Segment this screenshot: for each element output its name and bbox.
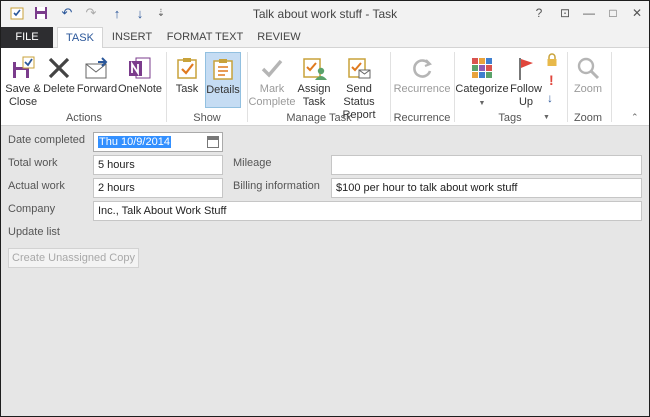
save-close-label: Save & Close <box>5 83 41 108</box>
recurrence-button[interactable]: Recurrence <box>394 52 450 96</box>
save-close-button[interactable]: Save & Close <box>5 52 41 109</box>
total-work-label: Total work <box>8 157 58 169</box>
mark-complete-label: Mark Complete <box>248 83 296 108</box>
forward-icon <box>83 54 111 82</box>
save-close-icon <box>9 54 37 82</box>
categorize-label: Categorize <box>455 83 509 95</box>
onenote-icon <box>126 54 154 82</box>
task-window: ↶ ↷ ↑ ↓ ⇣ Talk about work stuff - Task ?… <box>0 0 650 417</box>
billing-information-field[interactable]: $100 per hour to talk about work stuff <box>331 178 642 198</box>
tab-insert[interactable]: INSERT <box>107 27 157 48</box>
high-importance-icon[interactable]: ! <box>549 72 554 88</box>
ribbon-display-icon[interactable]: ⊡ <box>557 5 573 21</box>
tab-file[interactable]: FILE <box>1 27 53 48</box>
title-bar: ↶ ↷ ↑ ↓ ⇣ Talk about work stuff - Task ?… <box>1 1 649 27</box>
group-separator <box>166 52 167 122</box>
help-icon[interactable]: ? <box>531 5 547 21</box>
mileage-label: Mileage <box>233 157 272 169</box>
recurrence-icon <box>408 54 436 82</box>
recurrence-label: Recurrence <box>393 83 451 95</box>
status-report-icon <box>345 54 373 82</box>
window-title: Talk about work stuff - Task <box>252 7 398 21</box>
onenote-button[interactable]: OneNote <box>118 52 162 96</box>
delete-icon <box>45 54 73 82</box>
group-label-manage-task: Manage Task <box>286 112 352 124</box>
show-details-label: Details <box>206 84 240 96</box>
show-task-label: Task <box>175 83 199 95</box>
update-list-label: Update list <box>8 226 60 238</box>
low-importance-icon[interactable]: ↓ <box>547 91 553 105</box>
assign-task-label: Assign Task <box>297 83 331 108</box>
group-label-tags: Tags <box>498 112 522 124</box>
forward-label: Forward <box>76 83 118 95</box>
create-unassigned-copy-button[interactable]: Create Unassigned Copy <box>8 248 139 268</box>
date-completed-field[interactable]: Thu 10/9/2014 <box>93 132 223 152</box>
categorize-button[interactable]: Categorize ▼ <box>455 52 509 110</box>
tab-format-text[interactable]: FORMAT TEXT <box>163 27 247 48</box>
show-details-button[interactable]: Details <box>205 52 241 108</box>
tab-review[interactable]: REVIEW <box>253 27 305 48</box>
details-icon <box>209 55 237 83</box>
billing-information-label: Billing information <box>233 180 320 192</box>
forward-button[interactable]: Forward <box>76 52 118 96</box>
group-separator <box>611 52 612 122</box>
company-field[interactable]: Inc., Talk About Work Stuff <box>93 201 642 221</box>
zoom-button[interactable]: Zoom <box>571 52 605 96</box>
assign-task-icon <box>300 54 328 82</box>
date-completed-value: Thu 10/9/2014 <box>98 136 171 148</box>
chevron-down-icon: ▼ <box>478 100 486 107</box>
task-view-icon <box>173 54 201 82</box>
follow-up-label: Follow Up <box>510 83 542 108</box>
calendar-icon[interactable] <box>207 136 219 148</box>
group-separator <box>567 52 568 122</box>
zoom-label: Zoom <box>573 83 603 95</box>
mark-complete-button[interactable]: Mark Complete <box>248 52 296 109</box>
actual-work-label: Actual work <box>8 180 65 192</box>
private-lock-icon[interactable] <box>546 53 558 67</box>
mileage-field[interactable] <box>331 155 642 175</box>
magnifier-icon <box>574 54 602 82</box>
group-label-zoom: Zoom <box>573 112 603 124</box>
flag-icon <box>512 54 540 82</box>
show-task-button[interactable]: Task <box>171 52 203 96</box>
collapse-ribbon-icon[interactable]: ⌃ <box>631 112 639 123</box>
delete-button[interactable]: Delete <box>43 52 75 96</box>
date-completed-label: Date completed <box>8 134 86 146</box>
assign-task-button[interactable]: Assign Task <box>297 52 331 109</box>
onenote-label: OneNote <box>117 83 163 95</box>
group-label-actions: Actions <box>65 112 103 124</box>
group-label-show: Show <box>193 112 221 124</box>
details-form: Date completed Thu 10/9/2014 Total work … <box>1 127 649 416</box>
group-label-recurrence: Recurrence <box>393 112 451 124</box>
company-label: Company <box>8 203 56 215</box>
follow-up-button[interactable]: Follow Up <box>510 52 542 109</box>
delete-label: Delete <box>43 83 75 95</box>
categorize-icon <box>468 54 496 82</box>
minimize-icon[interactable]: — <box>581 5 597 21</box>
restore-icon[interactable]: □ <box>605 5 621 21</box>
ribbon-tabs: FILE TASK INSERT FORMAT TEXT REVIEW <box>1 27 649 49</box>
tab-task[interactable]: TASK <box>57 27 103 49</box>
group-separator <box>390 52 391 122</box>
actual-work-field[interactable]: 2 hours <box>93 178 223 198</box>
total-work-field[interactable]: 5 hours <box>93 155 223 175</box>
close-icon[interactable]: ✕ <box>629 5 645 21</box>
ribbon: Save & Close Delete Forward OneNote Acti… <box>1 48 649 126</box>
checkmark-icon <box>258 54 286 82</box>
